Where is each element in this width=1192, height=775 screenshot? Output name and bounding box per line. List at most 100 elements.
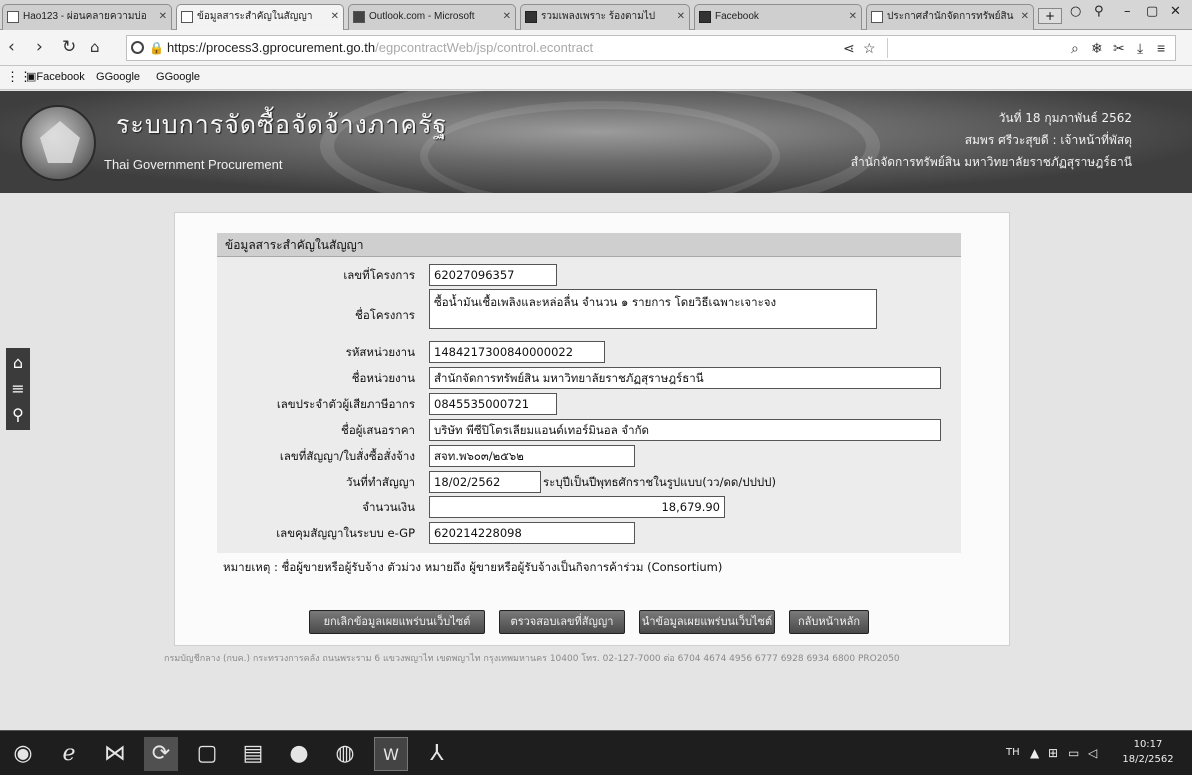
lock-icon: 🔒 <box>149 41 164 55</box>
folder-icon[interactable]: ▤ <box>236 737 270 771</box>
publish-button[interactable]: นำข้อมูลเผยแพร่บนเว็บไซต์ <box>639 610 775 634</box>
bookmark-google[interactable]: G Google <box>96 66 140 88</box>
tab-announcement[interactable]: ประกาศสำนักจัดการทรัพย์สิน ✕ <box>866 4 1034 30</box>
search-engine-box[interactable] <box>887 38 1067 58</box>
forward-icon[interactable]: › <box>36 36 43 58</box>
bidder-field[interactable]: บริษัท พีซีปิโตรเลียมแอนด์เทอร์มินอล จำก… <box>429 419 941 441</box>
maximize-icon[interactable]: ▢ <box>1146 4 1158 19</box>
agency-code-label: รหัสหน่วยงาน <box>345 345 415 359</box>
bookmark-facebook[interactable]: ▣ Facebook <box>26 66 85 88</box>
hao123-icon <box>7 11 19 23</box>
clock[interactable]: 10:17 18/2/2562 <box>1118 737 1178 767</box>
date-format-note: ระบุปีเป็นปีพุทธศักราชในรูปแบบ(วว/ดด/ปปป… <box>543 475 776 489</box>
tax-id-field[interactable]: 0845535000721 <box>429 393 557 415</box>
share-icon[interactable]: ⋖ <box>843 36 855 60</box>
bookmark-google-2[interactable]: G Google <box>156 66 200 88</box>
view-contract-button[interactable]: ตรวจสอบเลขที่สัญญา <box>499 610 625 634</box>
new-tab-button[interactable]: + <box>1038 8 1062 24</box>
firefox-icon[interactable]: ● <box>282 737 316 771</box>
agency-code-field[interactable]: 1484217300840000022 <box>429 341 605 363</box>
tab-label: Facebook <box>715 11 759 22</box>
clock-date: 18/2/2562 <box>1122 754 1174 765</box>
back-home-button[interactable]: กลับหน้าหลัก <box>789 610 869 634</box>
project-no-field[interactable]: 62027096357 <box>429 264 557 286</box>
tab-label: Hao123 - ผ่อนคลายความบ่อ <box>23 11 147 22</box>
contract-form: เลขที่โครงการ 62027096357 ชื่อโครงการ ซื… <box>217 257 961 553</box>
profile-icon[interactable]: ○ <box>1070 4 1081 19</box>
star-icon[interactable]: ☆ <box>863 36 876 60</box>
window-close-icon[interactable]: ✕ <box>1170 4 1181 19</box>
site-info-icon[interactable] <box>131 41 144 54</box>
egp-contract-no-field[interactable]: 620214228098 <box>429 522 635 544</box>
video-icon <box>525 11 537 23</box>
page-icon <box>871 11 883 23</box>
extension-icon[interactable]: ❄ <box>1091 36 1103 60</box>
tab-label: Outlook.com - Microsoft <box>369 11 475 22</box>
acrobat-icon[interactable]: ⅄ <box>420 737 454 771</box>
menu-icon[interactable]: ≡ <box>1157 36 1165 60</box>
user-organization: สำนักจัดการทรัพย์สิน มหาวิทยาลัยราชภัฏสุ… <box>850 155 1132 169</box>
close-icon[interactable]: ✕ <box>1021 5 1029 29</box>
home-icon[interactable]: ⌂ <box>6 350 30 376</box>
close-icon[interactable]: ✕ <box>503 5 511 29</box>
close-icon[interactable]: ✕ <box>159 5 167 29</box>
language-indicator[interactable]: TH <box>1006 731 1020 775</box>
cancel-publish-button[interactable]: ยกเลิกข้อมูลเผยแพร่บนเว็บไซต์ <box>309 610 485 634</box>
pin-icon[interactable]: ⚲ <box>1094 4 1104 19</box>
word-icon[interactable]: W <box>374 737 408 771</box>
close-icon[interactable]: ✕ <box>677 5 685 29</box>
close-icon[interactable]: ✕ <box>849 5 857 29</box>
back-icon[interactable]: ‹ <box>8 36 15 58</box>
app-icon[interactable]: ▢ <box>190 737 224 771</box>
url-host: https://process3.gprocurement.go.th <box>167 40 376 55</box>
internet-explorer-icon[interactable]: ℯ <box>52 737 86 771</box>
tray-expand-icon[interactable]: ▲ <box>1030 731 1039 775</box>
egp-contract-no-label: เลขคุมสัญญาในระบบ e-GP <box>276 526 415 540</box>
tab-video[interactable]: รวมเพลงเพราะ ร้องตามไป ✕ <box>520 4 690 30</box>
bidder-label: ชื่อผู้เสนอราคา <box>341 423 415 437</box>
battery-icon[interactable]: ▭ <box>1068 731 1079 775</box>
contract-date-field[interactable]: 18/02/2562 <box>429 471 541 493</box>
network-icon[interactable]: ⊞ <box>1048 731 1058 775</box>
contract-date-label: วันที่ทำสัญญา <box>345 475 415 489</box>
bookmarks-bar: ⋮⋮ ▣ Facebook G Google G Google <box>0 66 1192 90</box>
search-icon[interactable]: ⚲ <box>6 402 30 428</box>
tab-contract-info[interactable]: ข้อมูลสาระสำคัญในสัญญา ✕ <box>176 4 344 30</box>
list-menu-icon[interactable]: ≡ <box>6 376 30 402</box>
address-bar[interactable]: 🔒 https://process3.gprocurement.go.th/eg… <box>126 35 1176 61</box>
close-icon[interactable]: ✕ <box>331 5 339 29</box>
current-date: วันที่ 18 กุมภาพันธ์ 2562 <box>998 111 1132 125</box>
media-player-icon[interactable]: ⋈ <box>98 737 132 771</box>
windows-taskbar: ◉ ℯ ⋈ ⟳ ▢ ▤ ● ◍ W ⅄ TH ▲ ⊞ ▭ ◁ 10:17 18/… <box>0 730 1192 775</box>
cut-icon[interactable]: ✂ <box>1113 36 1125 60</box>
contract-panel: ข้อมูลสาระสำคัญในสัญญา เลขที่โครงการ 620… <box>174 212 1010 646</box>
minimize-icon[interactable]: – <box>1124 4 1131 19</box>
search-icon[interactable]: ⌕ <box>1071 36 1079 60</box>
volume-icon[interactable]: ◁ <box>1088 731 1097 775</box>
section-title: ข้อมูลสาระสำคัญในสัญญา <box>217 233 961 257</box>
project-name-field[interactable]: ซื้อน้ำมันเชื้อเพลิงและหล่อลื่น จำนวน ๑ … <box>429 289 877 329</box>
browser-tab-bar: Hao123 - ผ่อนคลายความบ่อ ✕ ข้อมูลสาระสำค… <box>0 0 1192 30</box>
start-icon[interactable]: ◉ <box>6 737 40 771</box>
reload-icon[interactable]: ↻ <box>62 36 76 58</box>
consortium-note: หมายเหตุ : ชื่อผู้ขายหรือผู้รับจ้าง ตัวม… <box>223 560 723 574</box>
agency-name-label: ชื่อหน่วยงาน <box>351 371 415 385</box>
home-icon[interactable]: ⌂ <box>90 36 100 58</box>
garuda-icon <box>40 121 80 163</box>
amount-label: จำนวนเงิน <box>362 500 415 514</box>
tab-facebook[interactable]: Facebook ✕ <box>694 4 862 30</box>
chrome-icon[interactable]: ◍ <box>328 737 362 771</box>
user-name: สมพร ศรีวะสุขดี : เจ้าหน้าที่พัสดุ <box>964 133 1132 147</box>
tab-outlook[interactable]: Outlook.com - Microsoft ✕ <box>348 4 516 30</box>
project-name-label: ชื่อโครงการ <box>355 308 415 322</box>
tab-hao123[interactable]: Hao123 - ผ่อนคลายความบ่อ ✕ <box>2 4 172 30</box>
download-icon[interactable]: ⤓ <box>1137 36 1143 60</box>
agency-name-field[interactable]: สำนักจัดการทรัพย์สิน มหาวิทยาลัยราชภัฏสุ… <box>429 367 941 389</box>
contract-no-field[interactable]: สจท.พ๖๐๓/๒๕๖๒ <box>429 445 635 467</box>
project-no-label: เลขที่โครงการ <box>343 268 415 282</box>
government-logo[interactable] <box>20 105 96 181</box>
browser-taskbar-icon[interactable]: ⟳ <box>144 737 178 771</box>
url-text: https://process3.gprocurement.go.th/egpc… <box>167 36 593 60</box>
amount-field[interactable]: 18,679.90 <box>429 496 725 518</box>
contract-no-label: เลขที่สัญญา/ใบสั่งซื้อสั่งจ้าง <box>279 449 415 463</box>
